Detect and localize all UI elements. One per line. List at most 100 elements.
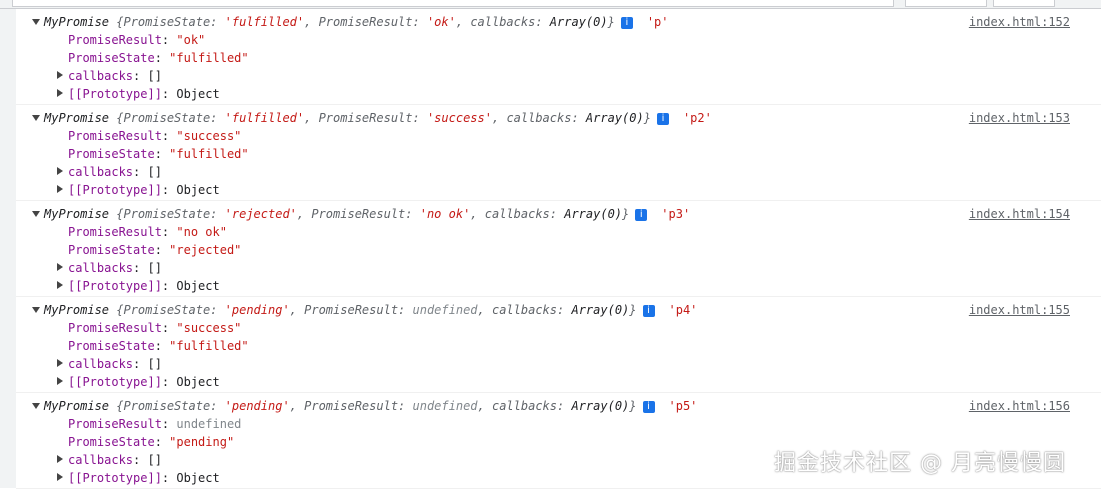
property-value: Object (176, 471, 220, 485)
preview-sep: , (289, 399, 305, 413)
object-class-name: MyPromise (44, 111, 117, 125)
property-colon: : (161, 417, 177, 431)
object-class-name: MyPromise (44, 399, 117, 413)
collapse-triangle-icon[interactable] (32, 211, 40, 217)
property-key: PromiseResult (68, 417, 162, 431)
info-icon[interactable]: i (620, 16, 633, 29)
property-value: Object (176, 375, 220, 389)
property-colon: : (161, 375, 177, 389)
property-value: Object (176, 183, 220, 197)
property-key: PromiseResult (68, 129, 162, 143)
preview-key: PromiseState: (123, 15, 225, 29)
preview-key: PromiseState: (123, 303, 225, 317)
console-message: MyPromise {PromiseState: 'pending', Prom… (16, 297, 1101, 393)
expand-triangle-icon[interactable] (57, 377, 63, 385)
property-value: "ok" (176, 33, 206, 47)
property-value: "pending" (169, 435, 235, 449)
property-colon: : (161, 471, 177, 485)
preview-key: PromiseResult: (311, 207, 420, 221)
object-header[interactable]: MyPromise {PromiseState: 'fulfilled', Pr… (32, 109, 712, 127)
property-value: "no ok" (176, 225, 227, 239)
preview-sep: , (470, 207, 485, 221)
preview-brace: } (643, 111, 651, 125)
preview-sep: , (296, 207, 312, 221)
object-property[interactable]: [[Prototype]]: Object (57, 469, 220, 487)
object-property[interactable]: callbacks: [] (57, 67, 162, 85)
preview-sep: , (304, 111, 319, 125)
expand-triangle-icon[interactable] (57, 455, 63, 463)
console-log: MyPromise {PromiseState: 'fulfilled', Pr… (16, 9, 1101, 489)
expand-triangle-icon[interactable] (57, 71, 63, 79)
preview-value: Array(0) (585, 111, 644, 125)
preview-key: PromiseResult: (318, 111, 427, 125)
property-key: PromiseState (68, 339, 155, 353)
preview-value: undefined (412, 399, 478, 413)
preview-value: undefined (412, 303, 478, 317)
message-label: 'p4' (668, 303, 698, 317)
info-icon[interactable]: i (642, 304, 655, 317)
object-header[interactable]: MyPromise {PromiseState: 'pending', Prom… (32, 301, 698, 319)
expand-triangle-icon[interactable] (57, 167, 63, 175)
preview-sep: , (477, 303, 492, 317)
preview-key: callbacks: (506, 111, 586, 125)
property-colon: : (154, 435, 170, 449)
expand-triangle-icon[interactable] (57, 263, 63, 271)
expand-triangle-icon[interactable] (57, 89, 63, 97)
object-header[interactable]: MyPromise {PromiseState: 'rejected', Pro… (32, 205, 690, 223)
object-property[interactable]: [[Prototype]]: Object (57, 85, 220, 103)
object-property[interactable]: [[Prototype]]: Object (57, 181, 220, 199)
object-property[interactable]: callbacks: [] (57, 355, 162, 373)
property-key: PromiseResult (68, 33, 162, 47)
object-property: PromiseState: "fulfilled" (68, 145, 249, 163)
preview-sep: , (455, 15, 471, 29)
collapse-triangle-icon[interactable] (32, 307, 40, 313)
levels-dropdown[interactable] (905, 0, 987, 7)
object-property[interactable]: callbacks: [] (57, 163, 162, 181)
collapse-triangle-icon[interactable] (32, 403, 40, 409)
object-property[interactable]: [[Prototype]]: Object (57, 277, 220, 295)
expand-triangle-icon[interactable] (57, 473, 63, 481)
message-label: 'p2' (682, 111, 712, 125)
source-link[interactable]: index.html:155 (969, 301, 1070, 319)
object-property[interactable]: [[Prototype]]: Object (57, 373, 220, 391)
object-property[interactable]: callbacks: [] (57, 259, 162, 277)
info-icon[interactable]: i (642, 400, 655, 413)
property-colon: : (154, 51, 170, 65)
property-key: callbacks (68, 69, 134, 83)
expand-triangle-icon[interactable] (57, 281, 63, 289)
object-property: PromiseResult: undefined (68, 415, 241, 433)
preview-value: 'fulfilled' (224, 111, 305, 125)
object-property: PromiseState: "fulfilled" (68, 337, 249, 355)
expand-triangle-icon[interactable] (57, 185, 63, 193)
collapse-triangle-icon[interactable] (32, 115, 40, 121)
property-value: [] (147, 453, 162, 467)
expand-triangle-icon[interactable] (57, 359, 63, 367)
preview-sep: , (304, 15, 319, 29)
console-toolbar (0, 0, 1101, 9)
property-key: [[Prototype]] (68, 279, 162, 293)
settings-button[interactable] (993, 0, 1055, 7)
object-property[interactable]: callbacks: [] (57, 451, 162, 469)
preview-value: 'pending' (224, 399, 290, 413)
source-link[interactable]: index.html:156 (969, 397, 1070, 415)
property-colon: : (154, 243, 170, 257)
info-icon[interactable]: i (656, 112, 669, 125)
property-key: PromiseState (68, 51, 155, 65)
object-property: PromiseResult: "ok" (68, 31, 205, 49)
property-value: Object (176, 279, 220, 293)
info-icon[interactable]: i (635, 208, 648, 221)
object-header[interactable]: MyPromise {PromiseState: 'fulfilled', Pr… (32, 13, 669, 31)
preview-key: callbacks: (491, 303, 572, 317)
property-colon: : (161, 87, 177, 101)
filter-input[interactable] (12, 0, 894, 7)
object-property: PromiseState: "pending" (68, 433, 234, 451)
object-header[interactable]: MyPromise {PromiseState: 'pending', Prom… (32, 397, 697, 415)
source-link[interactable]: index.html:153 (969, 109, 1070, 127)
collapse-triangle-icon[interactable] (32, 19, 40, 25)
source-link[interactable]: index.html:154 (969, 205, 1070, 223)
property-key: [[Prototype]] (68, 183, 162, 197)
preview-key: PromiseResult: (304, 399, 413, 413)
property-colon: : (161, 279, 177, 293)
source-link[interactable]: index.html:152 (969, 13, 1070, 31)
preview-key: PromiseState: (123, 111, 225, 125)
